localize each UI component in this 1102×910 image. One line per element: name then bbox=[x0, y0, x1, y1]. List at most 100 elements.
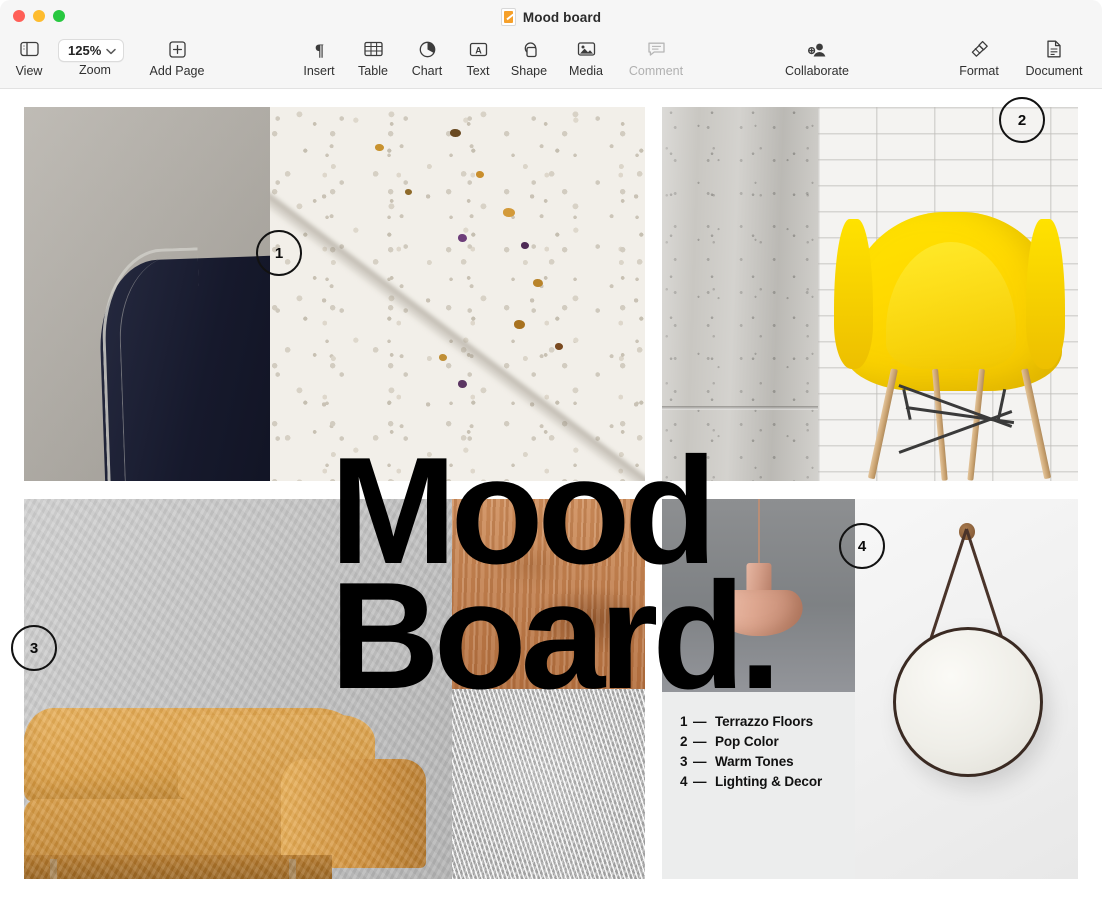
pages-app-window: Mood board View 125% Zoom Add Page ¶ bbox=[0, 0, 1102, 910]
toolbar-text-button[interactable]: A Text bbox=[458, 37, 498, 78]
toolbar-document-button[interactable]: Document bbox=[1015, 37, 1093, 78]
grey-fur-rug-photo[interactable] bbox=[452, 689, 645, 879]
marker-2-number: 2 bbox=[1018, 112, 1026, 129]
toolbar-media-label: Media bbox=[569, 64, 603, 78]
toolbar-shape-label: Shape bbox=[511, 64, 547, 78]
zoom-value: 125% bbox=[68, 44, 101, 57]
comment-icon bbox=[647, 37, 666, 61]
legend-dash: — bbox=[693, 734, 715, 749]
sofa-seat-cushion bbox=[24, 799, 324, 879]
mirror-glass bbox=[893, 627, 1043, 777]
sofa-leg bbox=[289, 859, 296, 879]
legend-item: 1 — Terrazzo Floors bbox=[680, 714, 822, 729]
toolbar-format-label: Format bbox=[959, 64, 999, 78]
legend-label: Lighting & Decor bbox=[715, 774, 822, 789]
terrazzo-chip bbox=[458, 380, 467, 388]
marker-4-number: 4 bbox=[858, 538, 866, 555]
pages-document-icon bbox=[501, 8, 516, 26]
legend-number: 2 bbox=[680, 734, 693, 749]
terrazzo-chip bbox=[514, 320, 525, 329]
eames-left-arm bbox=[834, 219, 873, 369]
legend-dash: — bbox=[693, 754, 715, 769]
dark-leather-chair-photo[interactable] bbox=[24, 107, 270, 481]
chair-leg bbox=[1021, 368, 1051, 479]
svg-text:A: A bbox=[475, 45, 482, 55]
terrazzo-chip bbox=[439, 354, 447, 361]
grey-plaster-wall-photo[interactable] bbox=[24, 499, 452, 879]
terrazzo-chip bbox=[503, 208, 515, 217]
toolbar-add-page-label: Add Page bbox=[150, 64, 205, 78]
zoom-control[interactable]: 125% bbox=[58, 39, 124, 62]
document-icon bbox=[1046, 37, 1062, 61]
sidebar-icon bbox=[20, 37, 39, 61]
paintbrush-icon bbox=[970, 37, 989, 61]
shapes-icon bbox=[520, 37, 539, 61]
pie-chart-icon bbox=[419, 37, 436, 61]
toolbar-format-button[interactable]: Format bbox=[950, 37, 1008, 78]
window-titlebar: Mood board bbox=[0, 0, 1102, 34]
toolbar-comment-button[interactable]: Comment bbox=[620, 37, 692, 78]
marker-1[interactable]: 1 bbox=[256, 230, 302, 276]
svg-text:¶: ¶ bbox=[314, 41, 323, 58]
sofa-back-cushion-right bbox=[178, 715, 375, 799]
toolbar-document-label: Document bbox=[1026, 64, 1083, 78]
photo-icon bbox=[577, 37, 596, 61]
terrazzo-chip bbox=[450, 129, 461, 137]
chair-wire-strut bbox=[903, 388, 912, 419]
window-title: Mood board bbox=[523, 10, 601, 25]
terrazzo-chip bbox=[405, 189, 412, 195]
pink-pendant-lamp-photo[interactable] bbox=[662, 499, 855, 692]
marker-3[interactable]: 3 bbox=[11, 625, 57, 671]
legend-label: Terrazzo Floors bbox=[715, 714, 813, 729]
plus-box-icon bbox=[169, 37, 186, 61]
chevron-down-icon bbox=[106, 42, 116, 60]
terrazzo-slab-photo[interactable] bbox=[270, 107, 645, 481]
mood-board-legend: 1 — Terrazzo Floors 2 — Pop Color 3 — Wa… bbox=[680, 714, 822, 789]
terrazzo-chip bbox=[555, 343, 563, 350]
legend-panel[interactable]: 1 — Terrazzo Floors 2 — Pop Color 3 — Wa… bbox=[662, 499, 855, 879]
toolbar-zoom-label: Zoom bbox=[58, 63, 132, 77]
sofa-back-cushion-left bbox=[24, 708, 358, 803]
legend-item: 4 — Lighting & Decor bbox=[680, 774, 822, 789]
toolbar-collaborate-label: Collaborate bbox=[785, 64, 849, 78]
app-toolbar: View 125% Zoom Add Page ¶ Insert Tabl bbox=[0, 34, 1102, 89]
legend-dash: — bbox=[693, 774, 715, 789]
toolbar-collaborate-button[interactable]: Collaborate bbox=[776, 37, 858, 78]
sofa-armrest bbox=[281, 759, 427, 868]
marker-4[interactable]: 4 bbox=[839, 523, 885, 569]
toolbar-comment-label: Comment bbox=[629, 64, 683, 78]
document-canvas[interactable]: 1 — Terrazzo Floors 2 — Pop Color 3 — Wa… bbox=[0, 89, 1102, 910]
marker-1-number: 1 bbox=[275, 245, 283, 262]
legend-item: 2 — Pop Color bbox=[680, 734, 822, 749]
marker-2[interactable]: 2 bbox=[999, 97, 1045, 143]
sofa-base bbox=[24, 855, 332, 879]
legend-label: Warm Tones bbox=[715, 754, 794, 769]
toolbar-media-button[interactable]: Media bbox=[562, 37, 610, 78]
concrete-wall-photo[interactable] bbox=[662, 107, 818, 481]
toolbar-shape-button[interactable]: Shape bbox=[505, 37, 553, 78]
marker-3-number: 3 bbox=[30, 640, 38, 657]
legend-number: 3 bbox=[680, 754, 693, 769]
legend-number: 4 bbox=[680, 774, 693, 789]
terrazzo-chip bbox=[521, 242, 529, 249]
toolbar-add-page-button[interactable]: Add Page bbox=[142, 37, 212, 78]
round-strap-mirror-photo[interactable] bbox=[855, 499, 1078, 879]
sofa-leg bbox=[50, 859, 57, 879]
toolbar-view-label: View bbox=[16, 64, 43, 78]
collaborate-icon bbox=[807, 37, 828, 61]
yellow-eames-chair-photo[interactable] bbox=[818, 107, 1078, 481]
toolbar-chart-label: Chart bbox=[412, 64, 443, 78]
tan-leather-sofa-photo[interactable] bbox=[24, 697, 452, 879]
lamp-shade bbox=[714, 590, 803, 636]
toolbar-view-button[interactable]: View bbox=[8, 37, 50, 78]
legend-label: Pop Color bbox=[715, 734, 779, 749]
lamp-cord bbox=[758, 499, 760, 565]
legend-item: 3 — Warm Tones bbox=[680, 754, 822, 769]
toolbar-table-button[interactable]: Table bbox=[350, 37, 396, 78]
window-title-group: Mood board bbox=[0, 0, 1102, 34]
eames-right-arm bbox=[1026, 219, 1065, 369]
toolbar-chart-button[interactable]: Chart bbox=[404, 37, 450, 78]
wood-grain-photo[interactable] bbox=[452, 499, 645, 689]
toolbar-insert-button[interactable]: ¶ Insert bbox=[295, 37, 343, 78]
terrazzo-chip bbox=[375, 144, 384, 151]
